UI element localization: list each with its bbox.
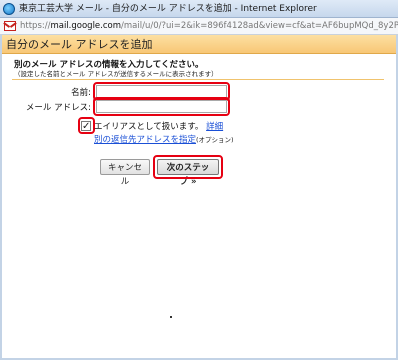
gmail-icon	[4, 21, 16, 31]
url-host: mail.google.com	[50, 21, 122, 31]
alias-details-link[interactable]: 詳細	[206, 122, 223, 132]
address-bar[interactable]: https://mail.google.com/mail/u/0/?ui=2&i…	[0, 18, 398, 35]
window-border	[0, 35, 398, 360]
window-title: 東京工芸大学 メール - 自分のメール アドレスを追加 - Internet E…	[19, 4, 317, 14]
url-prefix: https://	[20, 21, 51, 31]
email-input[interactable]	[96, 100, 227, 113]
email-label: メール アドレス:	[25, 103, 91, 113]
reply-to-link[interactable]: 別の返信先アドレスを指定	[94, 135, 196, 145]
url-text[interactable]: https://mail.google.com/mail/u/0/?ui=2&i…	[20, 18, 398, 34]
alias-checkbox[interactable]: ✓	[81, 121, 91, 132]
alias-label: エイリアスとして扱います。	[94, 122, 204, 132]
alias-row: エイリアスとして扱います。 詳細	[94, 120, 223, 132]
dialog-header: 自分のメール アドレスを追加	[0, 35, 398, 54]
section-subtitle: （設定した名前とメール アドレスが送信するメールに表示されます）	[14, 70, 218, 78]
name-input[interactable]	[96, 85, 227, 98]
cancel-button[interactable]: キャンセル	[100, 159, 150, 187]
section-divider	[12, 79, 384, 80]
url-path: /mail/u/0/?ui=2&ik=896f4128ad&view=cf&at…	[121, 21, 398, 31]
name-label: 名前:	[71, 88, 91, 98]
reply-to-row: 別の返信先アドレスを指定(オプション)	[94, 133, 234, 145]
next-step-button[interactable]: 次のステップ »	[157, 159, 219, 187]
reply-to-optional: (オプション)	[196, 136, 234, 144]
checkmark-icon: ✓	[82, 121, 91, 132]
stray-dot	[170, 316, 172, 318]
internet-explorer-icon	[3, 3, 15, 15]
window-title-bar: 東京工芸大学 メール - 自分のメール アドレスを追加 - Internet E…	[0, 0, 398, 18]
